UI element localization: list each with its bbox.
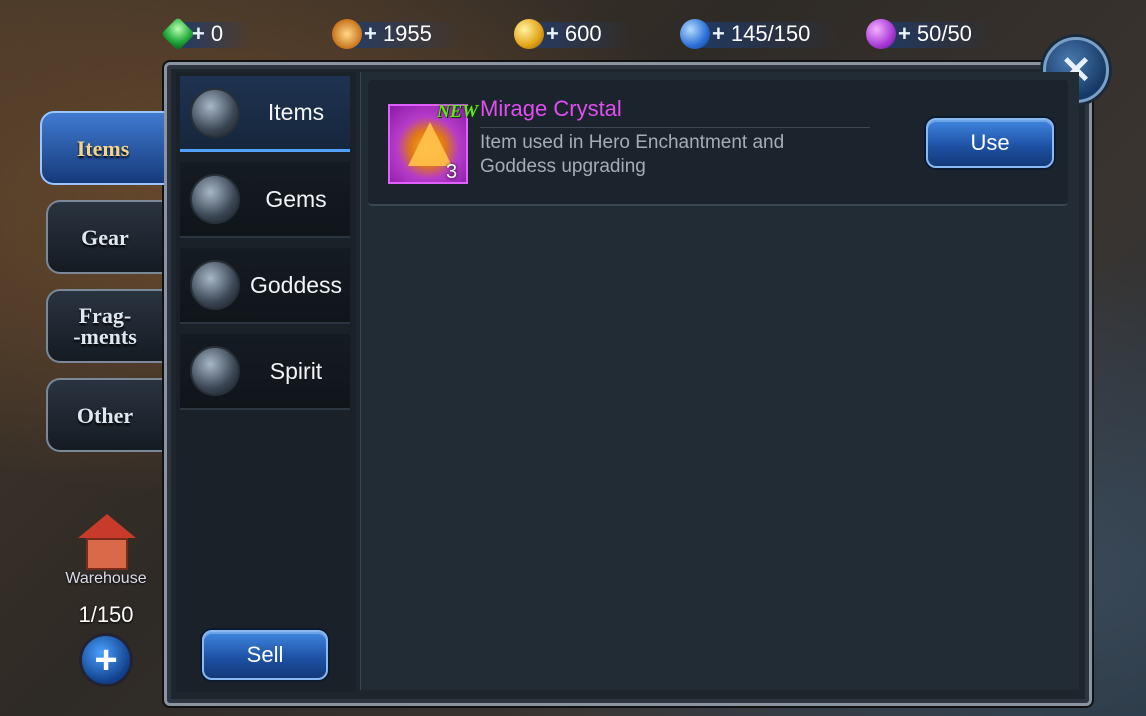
spirit-icon — [190, 346, 240, 396]
item-description: Item used in Hero Enchantment and Goddes… — [480, 132, 785, 177]
category-tab-label: Gear — [81, 224, 129, 250]
gold-coin-icon — [514, 19, 544, 49]
stamina-value: 145/150 — [730, 21, 811, 46]
use-button-label: Use — [970, 130, 1010, 155]
add-stamina-icon[interactable]: + — [712, 21, 725, 47]
goddess-icon — [190, 260, 240, 310]
stamina-icon — [680, 19, 710, 49]
plus-icon: + — [94, 637, 118, 682]
new-badge: NEW — [437, 101, 479, 121]
warehouse-label: Warehouse — [65, 570, 147, 587]
gem-counter[interactable]: + 0 — [161, 16, 254, 52]
expand-warehouse-button[interactable]: + — [79, 633, 133, 687]
gem-value: 0 — [210, 21, 224, 46]
category-tab-label: Items — [76, 135, 130, 161]
warehouse-icon[interactable] — [78, 514, 136, 572]
category-tab-items[interactable]: Items — [40, 111, 164, 185]
use-button[interactable]: Use — [926, 118, 1054, 168]
subtab-spirit[interactable]: Spirit — [180, 334, 350, 410]
category-tab-fragments[interactable]: Frag- -ments — [46, 289, 162, 363]
subtab-label: Goddess — [249, 271, 343, 298]
item-quantity: 3 — [446, 161, 458, 183]
diamond-icon — [190, 174, 240, 224]
power-value: 1955 — [382, 21, 432, 46]
energy-counter[interactable]: + 50/50 — [866, 16, 992, 52]
subtab-items[interactable]: Items — [180, 76, 350, 152]
pwr-icon — [332, 19, 362, 49]
energy-value: 50/50 — [916, 21, 972, 46]
energy-icon — [866, 19, 896, 49]
stamina-counter[interactable]: + 145/150 — [680, 16, 841, 52]
sell-button-label: Sell — [246, 642, 284, 667]
subtab-label: Items — [267, 99, 325, 125]
category-tab-label: Frag- -ments — [73, 303, 137, 349]
gold-value: 600 — [564, 21, 602, 46]
add-gems-icon[interactable]: + — [192, 21, 205, 47]
category-tab-label: Other — [76, 402, 134, 428]
gold-counter[interactable]: + 600 — [514, 16, 632, 52]
item-name: Mirage Crystal — [480, 96, 622, 121]
subtab-label: Gems — [265, 185, 327, 212]
category-tab-other[interactable]: Other — [46, 378, 162, 452]
subtab-goddess[interactable]: Goddess — [180, 248, 350, 324]
item-divider — [480, 127, 870, 128]
sell-button[interactable]: Sell — [202, 630, 328, 680]
add-gold-icon[interactable]: + — [546, 21, 559, 47]
subtab-gems[interactable]: Gems — [180, 162, 350, 238]
add-power-icon[interactable]: + — [364, 21, 377, 47]
add-energy-icon[interactable]: + — [898, 21, 911, 47]
power-counter[interactable]: + 1955 — [332, 16, 462, 52]
subtab-label: Spirit — [269, 357, 323, 384]
category-tab-gear[interactable]: Gear — [46, 200, 162, 274]
warehouse-capacity: 1/150 — [78, 602, 134, 627]
potion-icon — [190, 88, 240, 138]
